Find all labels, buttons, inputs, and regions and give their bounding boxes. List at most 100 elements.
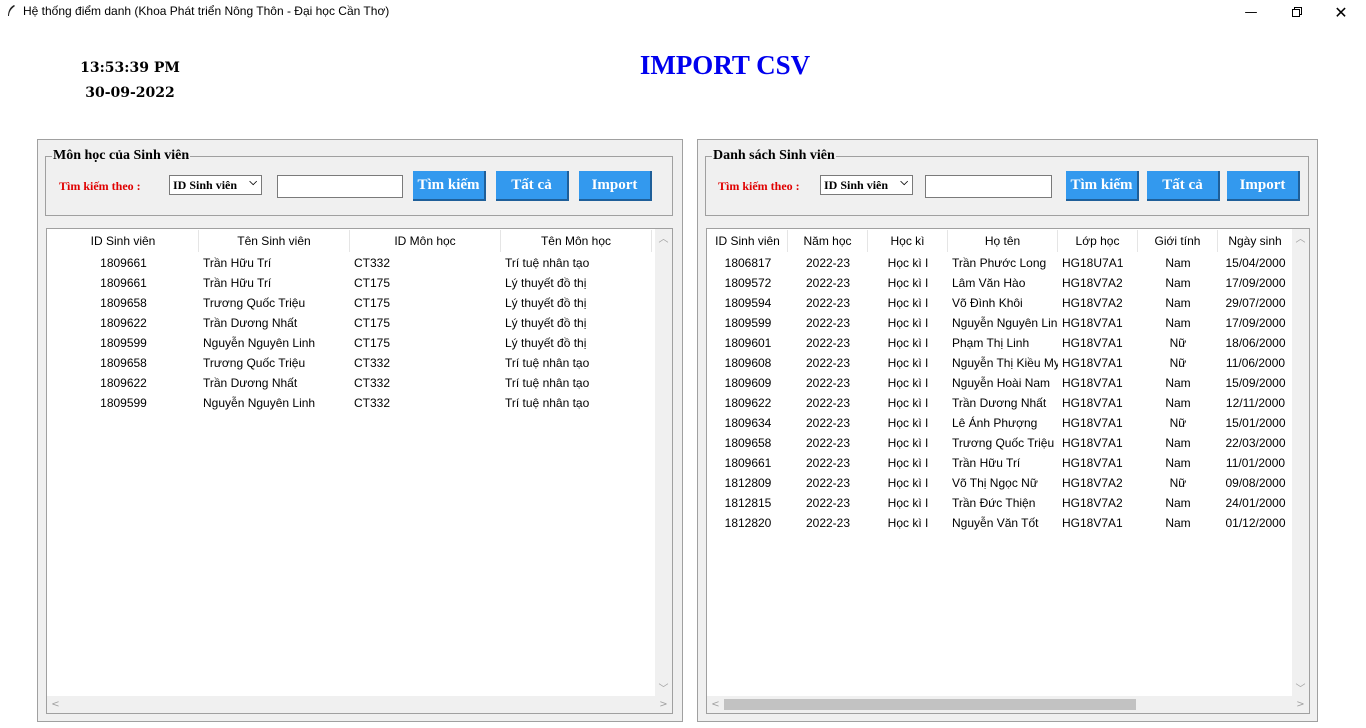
table-cell: 29/07/2000 (1225, 296, 1286, 310)
close-button[interactable]: ✕ (1318, 0, 1364, 24)
table-cell: 1809634 (724, 416, 772, 430)
table-row[interactable]: 1809594 2022-23 Học kì I Võ Đình Khôi HG18V7… (708, 293, 1293, 313)
scroll-up-icon[interactable]: ︿ (1292, 229, 1309, 246)
import-button[interactable]: Import (579, 171, 652, 201)
window-title-bar: Hệ thống điểm danh (Khoa Phát triển Nông… (0, 0, 1366, 24)
page-title: IMPORT CSV (639, 50, 811, 80)
table-cell: Nữ (1169, 416, 1187, 430)
column-header[interactable]: Tên Sinh viên (199, 230, 350, 252)
table-cell: Học kì I (887, 276, 929, 290)
minimize-button[interactable]: — (1228, 0, 1274, 24)
table-cell: HG18V7A2 (1062, 496, 1123, 510)
chevron-down-icon: ⌵ (249, 177, 257, 188)
table-row[interactable]: 1812809 2022-23 Học kì I Võ Thị Ngọc Nữ HG18… (708, 473, 1293, 493)
horizontal-scrollbar[interactable]: < > (707, 696, 1309, 713)
table-row[interactable]: 1809608 2022-23 Học kì I Nguyễn Thị Kiều My… (708, 353, 1293, 373)
show-all-button[interactable]: Tất cả (496, 171, 569, 201)
table-cell: 09/08/2000 (1225, 476, 1286, 490)
scroll-left-icon[interactable]: < (707, 696, 724, 713)
column-header[interactable]: Họ tên (948, 230, 1058, 252)
table-row[interactable]: 1809601 2022-23 Học kì I Phạm Thị Linh HG18V… (708, 333, 1293, 353)
table-row[interactable]: 1809572 2022-23 Học kì I Lâm Văn Hào HG18V7A… (708, 273, 1293, 293)
search-by-select[interactable]: ID Sinh viên ⌵ (169, 175, 262, 195)
table-row[interactable]: 1809661 Trần Hữu Trí CT332 Trí tuệ nhân tạo (48, 253, 652, 273)
table-row[interactable]: 1809658 Trương Quốc Triệu CT175 Lý thuyết đ… (48, 293, 652, 313)
search-input[interactable] (277, 175, 403, 198)
search-label: Tìm kiếm theo : (59, 179, 141, 193)
student-courses-table[interactable]: ID Sinh viên Tên Sinh viên ID Môn học Tên M… (46, 228, 673, 714)
table-cell: 1809658 (100, 356, 147, 370)
table-cell: 2022-23 (805, 416, 851, 430)
horizontal-scrollbar[interactable]: < > (47, 696, 672, 713)
table-cell: 15/04/2000 (1225, 256, 1286, 270)
table-cell: CT332 (354, 376, 391, 390)
table-row[interactable]: 1809658 2022-23 Học kì I Trương Quốc Triệu H… (708, 433, 1293, 453)
table-cell: 2022-23 (805, 316, 851, 330)
student-list-table[interactable]: ID Sinh viên Năm học Học kì Họ tên Lớp học Gi… (706, 228, 1310, 714)
column-header[interactable]: Giới tính (1138, 230, 1218, 252)
table-cell: Nữ (1169, 336, 1187, 350)
table-row[interactable]: 1812815 2022-23 Học kì I Trần Đức Thiện HG18… (708, 493, 1293, 513)
vertical-scrollbar[interactable]: ︿ ﹀ (655, 229, 672, 696)
search-by-value: ID Sinh viên (824, 178, 889, 192)
scroll-right-icon[interactable]: > (1292, 696, 1309, 713)
scroll-up-icon[interactable]: ︿ (655, 229, 672, 246)
scroll-down-icon[interactable]: ﹀ (1292, 679, 1309, 696)
show-all-button[interactable]: Tất cả (1147, 171, 1220, 201)
table-cell: Trí tuệ nhân tạo (505, 376, 590, 390)
table-row[interactable]: 1809622 Trần Dương Nhất CT175 Lý thuyết đồ … (48, 313, 652, 333)
table-cell: HG18V7A1 (1062, 516, 1123, 530)
table-cell: Trương Quốc Triệu (952, 436, 1055, 450)
table-row[interactable]: 1809622 2022-23 Học kì I Trần Dương Nhất HG1… (708, 393, 1293, 413)
scroll-left-icon[interactable]: < (47, 696, 64, 713)
search-by-select[interactable]: ID Sinh viên ⌵ (820, 175, 913, 195)
table-cell: HG18V7A2 (1062, 276, 1123, 290)
search-input[interactable] (925, 175, 1052, 198)
table-cell: 2022-23 (805, 496, 851, 510)
table-row[interactable]: 1809661 Trần Hữu Trí CT175 Lý thuyết đồ thị (48, 273, 652, 293)
table-cell: Nam (1165, 256, 1191, 270)
table-row[interactable]: 1809609 2022-23 Học kì I Nguyễn Hoài Nam HG1… (708, 373, 1293, 393)
column-header[interactable]: Học kì (868, 230, 948, 252)
vertical-scrollbar[interactable]: ︿ ﹀ (1292, 229, 1309, 696)
table-row[interactable]: 1809634 2022-23 Học kì I Lê Ánh Phượng HG18V… (708, 413, 1293, 433)
import-button[interactable]: Import (1227, 171, 1300, 201)
restore-button[interactable] (1274, 0, 1320, 24)
scroll-right-icon[interactable]: > (655, 696, 672, 713)
table-cell: Nữ (1169, 356, 1187, 370)
search-button[interactable]: Tìm kiếm (413, 171, 486, 201)
column-header[interactable]: Lớp học (1058, 230, 1138, 252)
horizontal-scroll-thumb[interactable] (724, 699, 1136, 710)
table-cell: 1809572 (724, 276, 772, 290)
table-row[interactable]: 1812820 2022-23 Học kì I Nguyễn Văn Tốt HG18… (708, 513, 1293, 533)
column-header[interactable]: Tên Môn học (501, 230, 652, 252)
table-row[interactable]: 1809622 Trần Dương Nhất CT332 Trí tuệ nhân … (48, 373, 652, 393)
table-row[interactable]: 1809599 Nguyễn Nguyên Linh CT175 Lý thuyết … (48, 333, 652, 353)
table-row[interactable]: 1809658 Trương Quốc Triệu CT332 Trí tuệ nhâ… (48, 353, 652, 373)
table-cell: Lý thuyết đồ thị (505, 296, 587, 310)
column-header[interactable]: Ngày sinh (1218, 230, 1293, 252)
table-row[interactable]: 1806817 2022-23 Học kì I Trần Phước Long HG1… (708, 253, 1293, 273)
table-cell: Võ Thị Ngọc Nữ (952, 476, 1038, 490)
table-cell: HG18V7A1 (1062, 336, 1123, 350)
table-cell: CT332 (354, 256, 391, 270)
table-row[interactable]: 1809661 2022-23 Học kì I Trần Hữu Trí HG18V7… (708, 453, 1293, 473)
column-header[interactable]: ID Sinh viên (708, 230, 788, 252)
table-cell: CT332 (354, 396, 391, 410)
scroll-down-icon[interactable]: ﹀ (655, 679, 672, 696)
search-button[interactable]: Tìm kiếm (1066, 171, 1139, 201)
student-courses-search-group: Môn học của Sinh viên Tìm kiếm theo : ID… (45, 148, 673, 216)
clock-date: 30-09-2022 (85, 85, 175, 101)
column-header[interactable]: Năm học (788, 230, 868, 252)
table-cell: 17/09/2000 (1225, 316, 1286, 330)
table-row[interactable]: 1809599 2022-23 Học kì I Nguyễn Nguyên Linh… (708, 313, 1293, 333)
feather-icon (8, 5, 15, 16)
column-header[interactable]: ID Môn học (350, 230, 501, 252)
table-cell: HG18V7A2 (1062, 476, 1123, 490)
table-cell: 11/01/2000 (1225, 456, 1286, 470)
column-header[interactable]: ID Sinh viên (48, 230, 199, 252)
table-cell: Học kì I (887, 296, 929, 310)
table-cell: 2022-23 (805, 436, 851, 450)
table-cell: 1806817 (724, 256, 772, 270)
table-row[interactable]: 1809599 Nguyễn Nguyên Linh CT332 Trí tuệ nh… (48, 393, 652, 413)
